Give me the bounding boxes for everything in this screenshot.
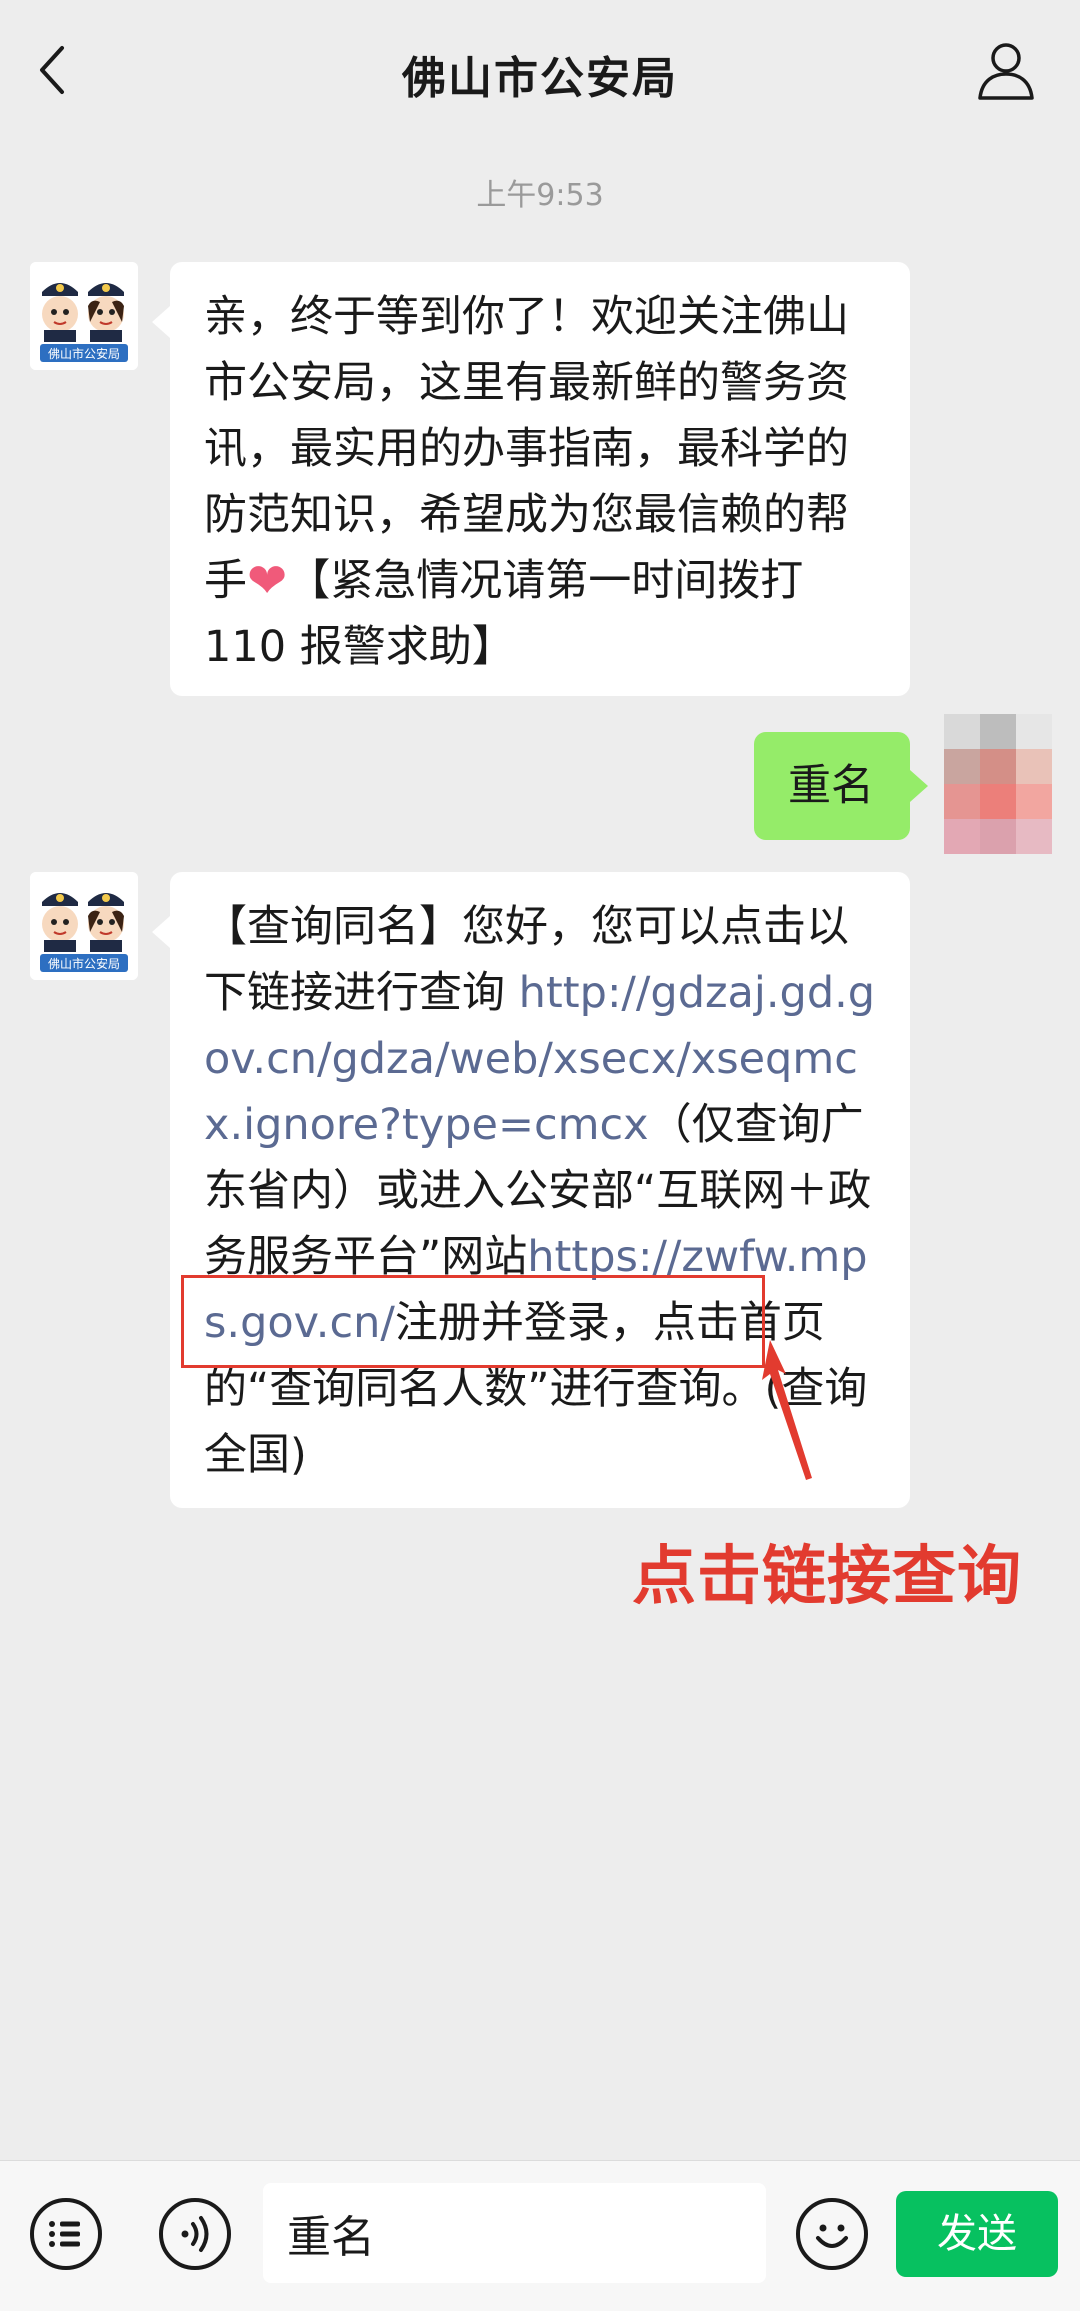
menu-list-icon[interactable] [30, 2198, 102, 2270]
timestamp: 上午9:53 [476, 178, 604, 213]
message-bubble-user[interactable]: 重名 [754, 732, 928, 840]
person-icon[interactable] [974, 38, 1038, 102]
message-input[interactable] [263, 2183, 766, 2283]
avatar[interactable]: 佛山市公安局 [30, 262, 138, 370]
input-bar: 发送 [0, 2160, 1080, 2311]
user-avatar-pixelated[interactable] [944, 714, 1052, 854]
message-text: 重名 [788, 761, 874, 811]
page-title: 佛山市公安局 [402, 53, 678, 104]
avatar[interactable]: 佛山市公安局 [30, 872, 138, 980]
nav-header: 佛山市公安局 [0, 0, 1080, 140]
message-bubble-welcome[interactable]: 亲，终于等到你了！欢迎关注佛山市公安局，这里有最新鲜的警务资讯，最实用的办事指南… [152, 262, 910, 696]
annotation-arrow-icon [762, 1340, 812, 1480]
highlight-box [181, 1275, 765, 1368]
avatar-label: 佛山市公安局 [48, 956, 120, 971]
message-text: 【紧急情况请第一时间拨打110 报警求助】 [204, 556, 804, 672]
annotation-text: 点击链接查询 [632, 1540, 1022, 1614]
smile-emoji-icon[interactable] [796, 2198, 868, 2270]
heart-icon: ❤ [247, 553, 288, 609]
police-avatar-icon: 佛山市公安局 [30, 262, 138, 370]
voice-icon[interactable] [159, 2198, 231, 2270]
police-avatar-icon: 佛山市公安局 [30, 872, 138, 980]
avatar-label: 佛山市公安局 [48, 346, 120, 361]
send-button[interactable]: 发送 [896, 2191, 1058, 2277]
